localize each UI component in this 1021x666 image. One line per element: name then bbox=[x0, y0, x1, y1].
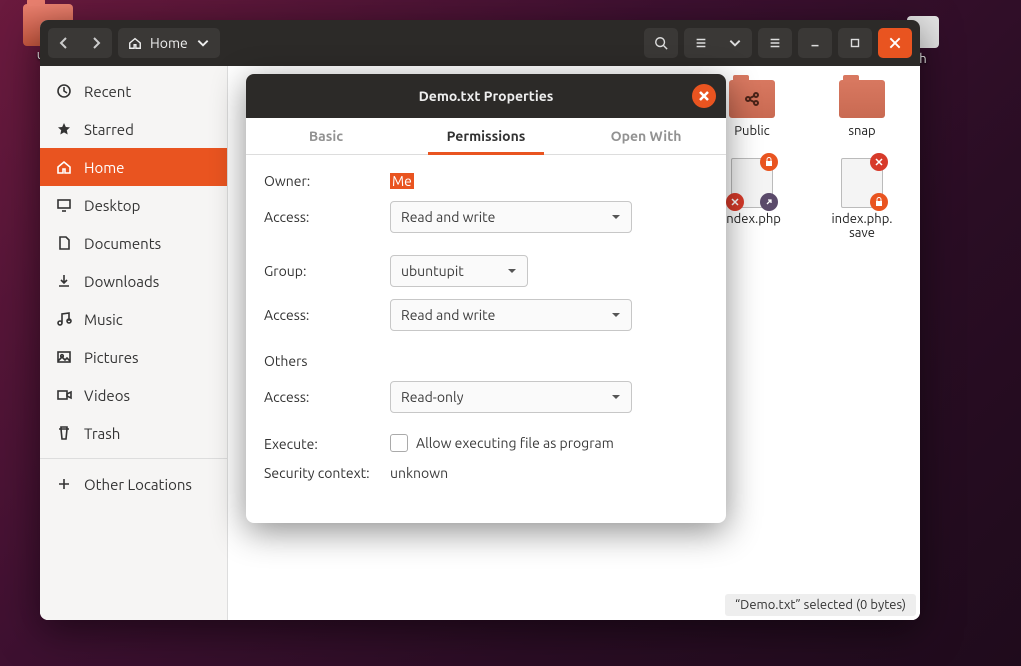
file-label: index.php. save bbox=[832, 212, 893, 240]
sidebar-item-label: Documents bbox=[84, 235, 161, 252]
chevron-down-icon bbox=[611, 212, 621, 222]
maximize-button[interactable] bbox=[838, 28, 872, 58]
label-security-context: Security context: bbox=[264, 465, 390, 481]
desktop-item-label: h bbox=[919, 52, 926, 66]
dialog-close-button[interactable] bbox=[692, 84, 716, 108]
file-label: Public bbox=[734, 124, 769, 138]
label-others: Others bbox=[264, 353, 390, 369]
titlebar: Home bbox=[40, 20, 920, 66]
label-execute: Execute: bbox=[264, 436, 390, 452]
combo-others-access[interactable]: Read-only bbox=[390, 381, 632, 413]
combo-group[interactable]: ubuntupit bbox=[390, 255, 528, 287]
home-icon bbox=[56, 159, 72, 175]
label-owner-access: Access: bbox=[264, 209, 390, 225]
chevron-down-icon bbox=[611, 392, 621, 402]
hamburger-menu-button[interactable] bbox=[758, 28, 792, 58]
properties-dialog: Demo.txt Properties Basic Permissions Op… bbox=[246, 74, 726, 523]
sidebar-item-desktop[interactable]: Desktop bbox=[40, 186, 227, 224]
label-group: Group: bbox=[264, 263, 390, 279]
sidebar-item-label: Pictures bbox=[84, 349, 139, 366]
combo-owner-access[interactable]: Read and write bbox=[390, 201, 632, 233]
sidebar-item-music[interactable]: Music bbox=[40, 300, 227, 338]
pictures-icon bbox=[56, 349, 72, 365]
combo-value: ubuntupit bbox=[401, 263, 464, 279]
documents-icon bbox=[56, 235, 72, 251]
file-label: snap bbox=[848, 124, 875, 138]
star-icon bbox=[56, 121, 72, 137]
combo-value: Read and write bbox=[401, 307, 495, 323]
search-button[interactable] bbox=[644, 28, 678, 58]
view-options-button[interactable] bbox=[718, 28, 752, 58]
sidebar-item-trash[interactable]: Trash bbox=[40, 414, 227, 452]
value-security-context: unknown bbox=[390, 465, 708, 481]
sidebar-item-other-locations[interactable]: Other Locations bbox=[40, 465, 227, 503]
dialog-titlebar: Demo.txt Properties bbox=[246, 74, 726, 118]
tab-open-with[interactable]: Open With bbox=[566, 118, 726, 154]
lock-icon bbox=[760, 153, 778, 171]
sidebar-item-label: Other Locations bbox=[84, 476, 192, 493]
chevron-down-icon bbox=[507, 266, 517, 276]
sidebar-item-label: Trash bbox=[84, 425, 120, 442]
share-icon bbox=[729, 80, 775, 118]
path-bar[interactable]: Home bbox=[118, 28, 220, 58]
sidebar-item-pictures[interactable]: Pictures bbox=[40, 338, 227, 376]
chevron-down-icon bbox=[196, 36, 210, 50]
path-label: Home bbox=[150, 35, 188, 51]
sidebar-item-documents[interactable]: Documents bbox=[40, 224, 227, 262]
desktop-icon bbox=[56, 197, 72, 213]
tab-permissions[interactable]: Permissions bbox=[406, 118, 566, 154]
file-label: index.php bbox=[723, 212, 781, 226]
sidebar-item-videos[interactable]: Videos bbox=[40, 376, 227, 414]
sidebar-item-label: Downloads bbox=[84, 273, 159, 290]
label-group-access: Access: bbox=[264, 307, 390, 323]
value-owner: Me bbox=[390, 173, 414, 189]
label-others-access: Access: bbox=[264, 389, 390, 405]
sidebar: Recent Starred Home Desktop Documents Do… bbox=[40, 66, 228, 620]
sidebar-item-label: Videos bbox=[84, 387, 130, 404]
sidebar-item-label: Desktop bbox=[84, 197, 140, 214]
checkbox-execute[interactable] bbox=[390, 434, 408, 452]
sidebar-item-label: Music bbox=[84, 311, 123, 328]
clock-icon bbox=[56, 83, 72, 99]
status-bar: “Demo.txt” selected (0 bytes) bbox=[725, 594, 916, 616]
chevron-down-icon bbox=[611, 310, 621, 320]
combo-group-access[interactable]: Read and write bbox=[390, 299, 632, 331]
minimize-button[interactable] bbox=[798, 28, 832, 58]
error-icon bbox=[726, 193, 744, 211]
view-list-button[interactable] bbox=[684, 28, 718, 58]
window-close-button[interactable] bbox=[878, 28, 912, 58]
folder-snap[interactable]: snap bbox=[822, 80, 902, 138]
sidebar-item-downloads[interactable]: Downloads bbox=[40, 262, 227, 300]
sidebar-item-home[interactable]: Home bbox=[40, 148, 227, 186]
combo-value: Read-only bbox=[401, 389, 463, 405]
trash-icon bbox=[56, 425, 72, 441]
sidebar-item-label: Starred bbox=[84, 121, 134, 138]
lock-icon bbox=[870, 193, 888, 211]
tab-basic[interactable]: Basic bbox=[246, 118, 406, 154]
checkbox-execute-label: Allow executing file as program bbox=[416, 435, 614, 451]
combo-value: Read and write bbox=[401, 209, 495, 225]
dialog-title: Demo.txt Properties bbox=[419, 88, 554, 104]
label-owner: Owner: bbox=[264, 173, 390, 189]
file-index-php-save[interactable]: index.php. save bbox=[822, 158, 902, 240]
sidebar-item-starred[interactable]: Starred bbox=[40, 110, 227, 148]
nav-back-button[interactable] bbox=[48, 28, 80, 58]
error-icon bbox=[870, 153, 888, 171]
link-icon bbox=[760, 193, 778, 211]
home-icon bbox=[128, 36, 142, 50]
dialog-tabs: Basic Permissions Open With bbox=[246, 118, 726, 155]
sidebar-item-label: Home bbox=[84, 159, 124, 176]
plus-icon bbox=[56, 476, 72, 492]
sidebar-item-recent[interactable]: Recent bbox=[40, 72, 227, 110]
music-icon bbox=[56, 311, 72, 327]
videos-icon bbox=[56, 387, 72, 403]
downloads-icon bbox=[56, 273, 72, 289]
nav-forward-button[interactable] bbox=[80, 28, 112, 58]
sidebar-item-label: Recent bbox=[84, 83, 131, 100]
